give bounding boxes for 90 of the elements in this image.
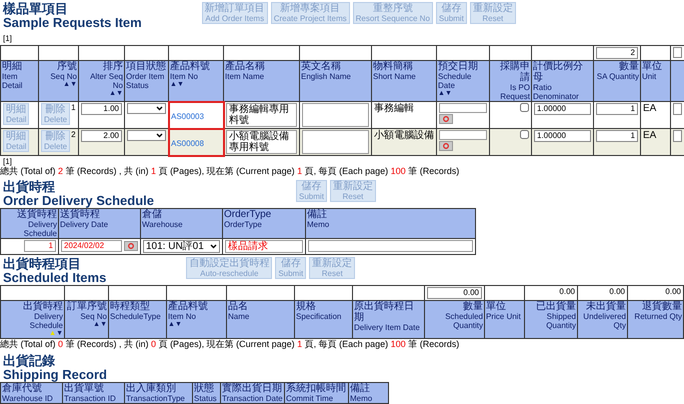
sequence-number: 2 (71, 130, 77, 140)
header-label: 原出貨時程日期 Delivery Item Date (354, 301, 421, 332)
header-label: 送貨時程 Delivery Date (60, 209, 110, 229)
header-label: 狀態 Status (194, 383, 218, 403)
section-title: Scheduled Items (3, 271, 106, 285)
table-cell: EA (640, 128, 670, 156)
input-field[interactable] (673, 103, 682, 115)
text-area[interactable]: 小額電腦設備專用料號 (226, 130, 297, 154)
section-title: Order Delivery Schedule (3, 194, 154, 208)
po-request-checkbox[interactable] (520, 130, 529, 139)
text-area[interactable] (302, 103, 369, 127)
header-label: 倉庫代號 Warehouse ID (2, 383, 54, 403)
section-title: 出貨時程 (3, 180, 55, 194)
warehouse-dropdown[interactable]: 101: UN評01 (143, 240, 220, 253)
header-label: 實際出貨日期 Transaction Date (222, 383, 283, 403)
input-field[interactable]: 2.00 (81, 130, 122, 142)
input-field[interactable]: 1 (596, 130, 638, 142)
header-label: 退貨數量 Returned Qty (633, 301, 682, 321)
header-label: 項目狀態 Order Item Status (126, 61, 167, 90)
header-label: 出入庫類別 TransactionType (126, 383, 186, 403)
header-label: 預交日期 Schedule Date (438, 61, 479, 90)
header-label: 數量 SA Quantity (596, 61, 639, 81)
section-title: Shipping Record (3, 368, 107, 382)
chevron-down-icon (210, 244, 217, 249)
header-label: 備註 Memo (307, 209, 330, 229)
header-label: 物料簡稱 Short Name (373, 61, 417, 81)
input-field[interactable]: 樣品請求 (225, 240, 303, 253)
page-link[interactable]: [1] (0, 34, 15, 43)
text-area[interactable]: 事務編輯專用料號 (226, 103, 297, 127)
header-label: 產品料號 Item No (170, 61, 211, 81)
header-label: 規格 Specification (296, 301, 342, 321)
status-dropdown[interactable] (127, 103, 166, 114)
input-field[interactable] (308, 240, 473, 252)
header-label: 數量 Scheduled Quantity (444, 301, 483, 330)
header-label: 明細 Item Detail (2, 61, 24, 90)
date-field[interactable]: 2024/02/02 (61, 240, 122, 252)
header-label: 採購申請 Is PO Request (499, 61, 530, 101)
calendar-icon (442, 116, 450, 122)
header-label: 未出貨量 Undelivered Qty (582, 301, 626, 330)
header-label: 系統扣帳時間 Commit Time (286, 383, 347, 403)
chevron-down-icon (156, 133, 163, 138)
section-title: 樣品單項目 (3, 2, 68, 16)
calendar-button[interactable] (124, 241, 138, 251)
header-label: 英文名稱 English Name (301, 61, 352, 81)
input-field[interactable]: 1 (24, 240, 56, 252)
po-request-checkbox[interactable] (520, 103, 529, 112)
header-label: 倉儲 Warehouse (142, 209, 184, 229)
input-field[interactable] (673, 130, 682, 142)
record-summary: 總共 (Total of) 0 筆 (Records) , 共 (in) 0 頁 (Pages), 現在第 (Current page) 1 頁, 每頁 (Each page) 100 筆 (Records) (0, 339, 460, 350)
input-field[interactable]: 1.00 (81, 103, 122, 115)
calendar-button[interactable] (439, 114, 453, 124)
item-number-link[interactable]: AS00003 (171, 112, 204, 121)
input-field[interactable]: 2 (596, 47, 638, 59)
calendar-button[interactable] (439, 141, 453, 151)
text-area[interactable] (302, 130, 369, 154)
section-title: 出貨時程項目 (3, 257, 81, 271)
header-label: 時程類型 ScheduleType (110, 301, 162, 321)
header-label: 出貨時程 Delivery Schedule (22, 301, 63, 330)
section-title: Sample Requests Item (3, 16, 142, 30)
input-field[interactable]: 0.00 (427, 287, 482, 299)
header-label: 出貨單號 Transaction ID (64, 383, 117, 403)
header-label: 產品料號 Item No (168, 301, 209, 321)
input-field[interactable]: 1 (596, 103, 638, 115)
date-field[interactable] (439, 130, 487, 140)
calendar-icon (442, 143, 450, 149)
header-label: OrderType OrderType (224, 209, 272, 229)
section-title: 出貨記錄 (3, 354, 55, 368)
input-field[interactable]: 1.00000 (534, 130, 591, 142)
input-field[interactable]: 1.00000 (534, 103, 591, 115)
chevron-down-icon (156, 106, 163, 111)
header-label: 序號 Seq No (49, 61, 77, 81)
input-field[interactable] (673, 47, 682, 58)
date-field[interactable] (439, 103, 487, 113)
table-cell: 小額電腦設備 (372, 128, 436, 156)
page-link[interactable]: [1] (0, 157, 15, 166)
header-label: 備註 Memo (350, 383, 374, 403)
item-number-link[interactable]: AS00008 (171, 139, 204, 148)
header-label: 品名 Name (228, 301, 250, 321)
header-label: 單位 Price Unit (486, 301, 522, 321)
status-dropdown[interactable] (127, 130, 166, 141)
header-label: 單位 Unit (642, 61, 663, 81)
header-label: 已出貨量 Shipped Quantity (535, 301, 576, 330)
header-label: 產品名稱 Item Name (225, 61, 266, 81)
record-summary: 總共 (Total of) 2 筆 (Records) , 共 (in) 1 頁 (Pages), 現在第 (Current page) 1 頁, 每頁 (Each page) 100 筆 (Records) (0, 166, 460, 177)
header-label: 訂單序號 Seq No (66, 301, 107, 321)
sequence-number: 1 (71, 103, 77, 113)
calendar-icon (127, 243, 135, 249)
header-label: 送貨時程 Delivery Schedule (16, 209, 57, 238)
header-label: 排序 Alter Seq No (89, 61, 123, 90)
header-label: 計價比例分母 Ratio Denominator (533, 61, 584, 101)
